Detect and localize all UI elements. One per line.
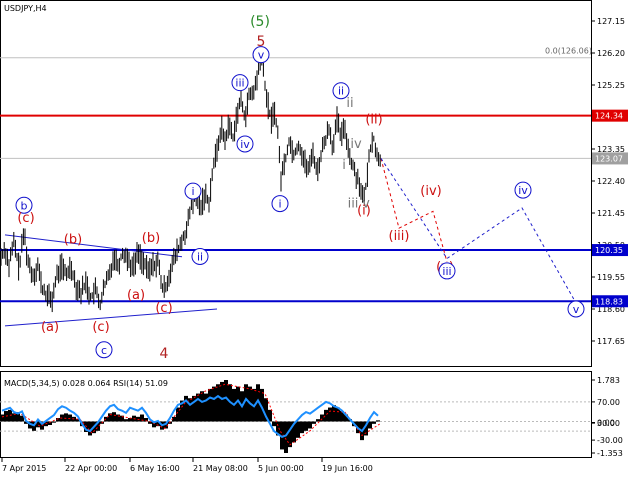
symbol-label: USDJPY,H4: [4, 4, 47, 13]
wave-label: ii: [197, 250, 203, 263]
histogram-bar: [272, 421, 276, 427]
histogram-bar: [312, 421, 316, 424]
time-tick-label: 21 May 08:00: [193, 464, 248, 473]
indicator-tick-label: 0.00: [597, 419, 615, 428]
histogram-bar: [316, 419, 320, 422]
histogram-bar: [224, 380, 228, 422]
histogram-bar: [304, 421, 308, 431]
histogram-bar: [188, 398, 192, 422]
histogram-bar: [296, 421, 300, 438]
wave-label: i: [342, 158, 346, 173]
fib-label: 0.0(126.06): [545, 47, 592, 56]
wave-label: (a): [127, 288, 145, 303]
time-tick-label: 5 Jun 00:00: [258, 464, 304, 473]
wave-label: ii: [346, 96, 353, 111]
indicator-title: MACD(5,34,5) 0.028 0.064 RSI(14) 51.09: [4, 379, 168, 388]
histogram-bar: [308, 421, 312, 429]
wave-label: (c): [17, 211, 34, 226]
time-tick-label: 7 Apr 2015: [2, 464, 46, 473]
wave-label: iii: [442, 265, 451, 278]
histogram-bar: [212, 386, 216, 422]
current-price-label: 123.07: [595, 154, 623, 163]
wave-label: iv: [240, 138, 250, 151]
indicator-tick-label: 70.00: [597, 398, 620, 407]
histogram-bar: [220, 381, 224, 422]
histogram-bar: [112, 412, 116, 422]
histogram-bar: [204, 393, 208, 422]
wave-label: (b): [142, 231, 160, 246]
wave-label: (5): [250, 14, 270, 30]
wave-label: (a): [41, 320, 59, 335]
wave-label: (b): [64, 233, 82, 248]
histogram-bar: [284, 421, 288, 453]
histogram-bar: [200, 391, 204, 422]
level-tag-label: 120.35: [595, 246, 623, 255]
wave-label: c: [101, 344, 107, 357]
indicator-axis: 1.78370.0030.000.00-30.00-1.353: [591, 376, 623, 458]
histogram-bar: [208, 388, 212, 422]
wave-label: ii: [338, 85, 344, 98]
chart-canvas: 0.0(126.06) (5)5viiiiiii(ii)iv ivii (iv) iv…: [0, 0, 628, 473]
price-tick-label: 125.25: [597, 81, 625, 90]
time-axis: 7 Apr 2015 22 Apr 00:00 6 May 16:00 21 May …: [1, 458, 373, 473]
wave-label: v: [258, 49, 265, 62]
indicator-tick-label: -1.353: [597, 449, 623, 458]
price-tick-label: 119.55: [597, 273, 625, 282]
wave-label: 4: [160, 346, 169, 362]
wave-label: (i): [357, 203, 371, 218]
wave-label: (c): [92, 320, 109, 335]
price-tick-label: 127.15: [597, 17, 625, 26]
indicator-tick-label: -30.00: [597, 436, 623, 445]
histogram-bar: [64, 413, 68, 422]
indicator-tick-label: 1.783: [597, 376, 620, 385]
histogram-bar: [0, 414, 4, 422]
wave-label: v: [573, 303, 580, 316]
time-tick-label: 19 Jun 16:00: [322, 464, 373, 473]
main-chart-frame: [0, 0, 592, 367]
histogram-bar: [300, 421, 304, 434]
wave-label: i: [278, 198, 281, 211]
wave-label: i: [191, 185, 194, 198]
wave-label: (c): [155, 301, 172, 316]
wave-label: iv: [350, 137, 362, 152]
histogram-bar: [288, 421, 292, 448]
wave-label: (iii): [389, 229, 410, 244]
histogram-bar: [372, 421, 376, 424]
price-tick-label: 121.45: [597, 209, 625, 218]
wave-label: (ii): [365, 112, 382, 127]
level-tag-label: 124.34: [595, 112, 623, 121]
price-tick-label: 122.40: [597, 177, 625, 186]
level-tag-label: 118.83: [595, 297, 623, 306]
histogram-bar: [320, 414, 324, 422]
histogram-bar: [52, 421, 56, 423]
wave-label: (iv): [420, 184, 441, 199]
histogram-bar: [376, 420, 380, 422]
time-tick-label: 6 May 16:00: [130, 464, 180, 473]
wave-label: iii: [235, 77, 244, 90]
histogram-bar: [328, 407, 332, 422]
time-tick-label: 22 Apr 00:00: [65, 464, 117, 473]
histogram-bar: [124, 419, 128, 422]
price-tick-label: 117.65: [597, 337, 625, 346]
histogram-bar: [216, 384, 220, 422]
wave-label: iv: [518, 184, 528, 197]
price-tick-label: 126.20: [597, 49, 625, 58]
